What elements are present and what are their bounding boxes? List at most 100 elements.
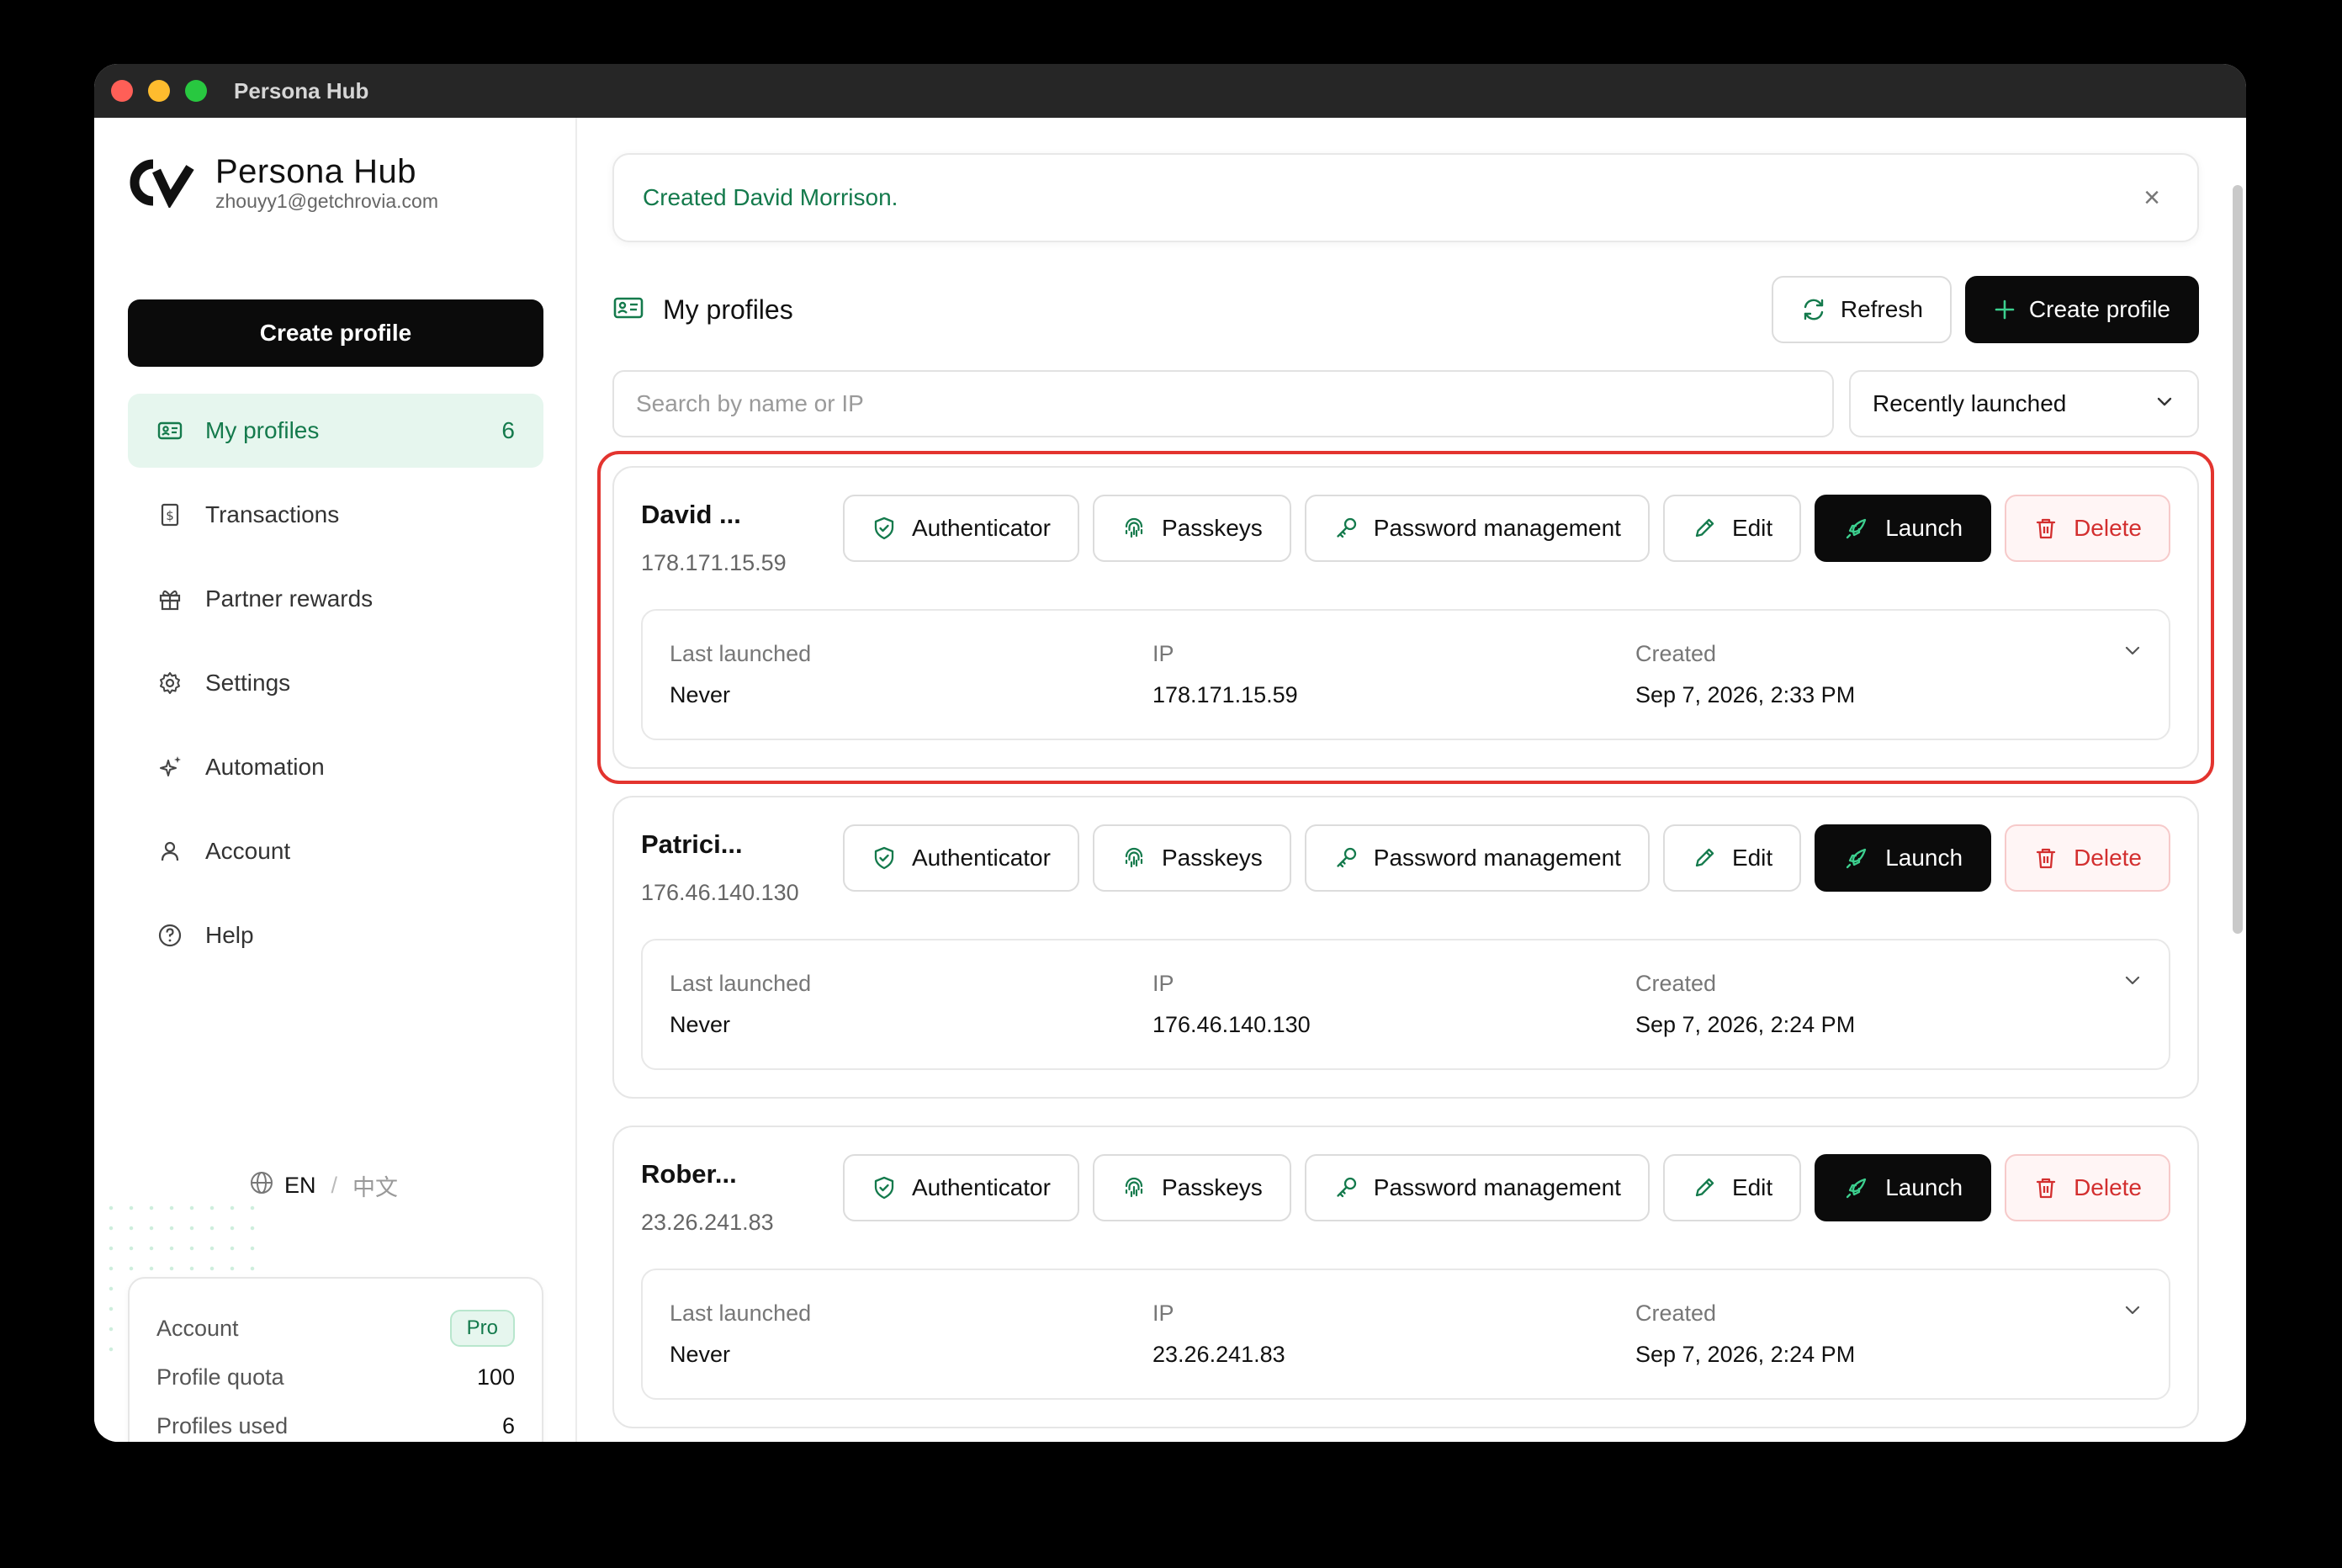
profile-ip: 178.171.15.59 — [641, 550, 787, 575]
profile-count-badge: 6 — [501, 417, 515, 443]
language-option-en[interactable]: EN — [284, 1173, 316, 1199]
sidebar-item-label: Help — [205, 922, 254, 948]
edit-button[interactable]: Edit — [1662, 1154, 1802, 1221]
minimize-window-button[interactable] — [148, 80, 170, 102]
chevron-down-icon[interactable] — [2122, 639, 2143, 665]
sidebar-item-label: Transactions — [205, 501, 340, 527]
profile-actions: Authenticator Passkeys Password manageme… — [842, 824, 2170, 892]
delete-button[interactable]: Delete — [2005, 824, 2170, 892]
last-launched-col: Last launched Never — [670, 1300, 811, 1368]
launch-button[interactable]: Launch — [1815, 495, 1992, 562]
authenticator-button[interactable]: Authenticator — [842, 495, 1079, 562]
search-input[interactable] — [612, 370, 1834, 437]
sidebar-create-profile-button[interactable]: Create profile — [128, 299, 543, 367]
key-icon — [1333, 516, 1359, 541]
created-col: Created Sep 7, 2026, 2:24 PM — [1635, 971, 1855, 1038]
ip-col: IP 178.171.15.59 — [1152, 641, 1298, 708]
profile-list: David ... 178.171.15.59 Authenticator Pa… — [597, 451, 2214, 1442]
password-management-button[interactable]: Password management — [1304, 824, 1650, 892]
profile-quota-value: 100 — [476, 1364, 515, 1390]
sidebar-item-my-profiles[interactable]: My profiles 6 — [128, 394, 543, 468]
maximize-window-button[interactable] — [185, 80, 207, 102]
sidebar-nav: My profiles 6 $ Transactions Partner rew… — [128, 394, 543, 983]
ip-value: 23.26.241.83 — [1152, 1342, 1285, 1367]
launch-button[interactable]: Launch — [1815, 1154, 1992, 1221]
ip-value: 176.46.140.130 — [1152, 1012, 1311, 1037]
fingerprint-icon — [1121, 845, 1147, 871]
sidebar-item-label: Automation — [205, 754, 325, 780]
profile-quota-row: Profile quota 100 — [156, 1353, 515, 1401]
brand-logo-icon — [130, 159, 194, 208]
last-launched-label: Last launched — [670, 1300, 812, 1326]
passkeys-button[interactable]: Passkeys — [1092, 1154, 1291, 1221]
authenticator-button[interactable]: Authenticator — [842, 1154, 1079, 1221]
passkeys-label: Passkeys — [1161, 1174, 1263, 1200]
id-card-icon — [612, 294, 644, 326]
brand: Persona Hub zhouyy1@getchrovia.com — [128, 153, 438, 212]
profile-ip: 176.46.140.130 — [641, 880, 799, 905]
profiles-used-value: 6 — [501, 1412, 515, 1438]
passkeys-button[interactable]: Passkeys — [1092, 824, 1291, 892]
create-profile-button[interactable]: Create profile — [1964, 276, 2199, 343]
ip-label: IP — [1152, 641, 1174, 666]
passkeys-button[interactable]: Passkeys — [1092, 495, 1291, 562]
created-label: Created — [1635, 641, 1717, 666]
account-summary-card: Account Pro Profile quota 100 Profiles u… — [128, 1277, 543, 1442]
plan-badge: Pro — [449, 1310, 515, 1347]
launch-button[interactable]: Launch — [1815, 824, 1992, 892]
last-launched-value: Never — [670, 682, 731, 707]
sidebar-item-automation[interactable]: Automation — [128, 730, 543, 804]
trash-icon — [2033, 1175, 2059, 1200]
profile-name: Rober... — [641, 1159, 737, 1189]
sidebar-item-account[interactable]: Account — [128, 814, 543, 888]
shield-check-icon — [872, 1175, 897, 1200]
rocket-icon — [1843, 1174, 1870, 1201]
sidebar: Persona Hub zhouyy1@getchrovia.com Creat… — [94, 118, 577, 1442]
scrollbar[interactable] — [2228, 118, 2246, 1442]
scrollbar-thumb[interactable] — [2233, 185, 2243, 934]
delete-button[interactable]: Delete — [2005, 495, 2170, 562]
delete-label: Delete — [2074, 845, 2142, 871]
key-icon — [1333, 1175, 1359, 1200]
delete-button[interactable]: Delete — [2005, 1154, 2170, 1221]
profile-ip: 23.26.241.83 — [641, 1210, 774, 1235]
sidebar-item-label: Account — [205, 838, 291, 864]
sort-select[interactable]: Recently launched — [1849, 370, 2199, 437]
close-icon[interactable]: × — [2135, 182, 2169, 215]
profile-card: Rober... 23.26.241.83 Authenticator Pass… — [612, 1126, 2199, 1428]
chevron-down-icon — [2154, 390, 2175, 418]
window-title: Persona Hub — [234, 77, 369, 103]
sidebar-item-settings[interactable]: Settings — [128, 646, 543, 720]
globe-icon — [249, 1170, 274, 1201]
profile-name: Patrici... — [641, 829, 743, 859]
sidebar-item-transactions[interactable]: $ Transactions — [128, 478, 543, 552]
authenticator-button[interactable]: Authenticator — [842, 824, 1079, 892]
edit-button[interactable]: Edit — [1662, 495, 1802, 562]
rocket-icon — [1843, 515, 1870, 542]
edit-button[interactable]: Edit — [1662, 824, 1802, 892]
last-launched-value: Never — [670, 1342, 731, 1367]
chevron-down-icon[interactable] — [2122, 969, 2143, 995]
user-icon — [156, 838, 183, 865]
help-circle-icon — [156, 922, 183, 949]
chevron-down-icon[interactable] — [2122, 1299, 2143, 1325]
password-management-button[interactable]: Password management — [1304, 495, 1650, 562]
ip-label: IP — [1152, 971, 1174, 996]
created-value: Sep 7, 2026, 2:24 PM — [1635, 1342, 1856, 1367]
last-launched-value: Never — [670, 1012, 731, 1037]
refresh-label: Refresh — [1840, 296, 1923, 322]
sidebar-item-help[interactable]: Help — [128, 898, 543, 972]
refresh-button[interactable]: Refresh — [1771, 276, 1952, 343]
created-col: Created Sep 7, 2026, 2:33 PM — [1635, 641, 1855, 708]
language-option-zh[interactable]: 中文 — [352, 1169, 398, 1202]
edit-label: Edit — [1731, 845, 1773, 871]
close-window-button[interactable] — [111, 80, 133, 102]
fingerprint-icon — [1121, 1175, 1147, 1200]
last-launched-label: Last launched — [670, 641, 812, 666]
language-separator: / — [331, 1173, 338, 1198]
password-management-button[interactable]: Password management — [1304, 1154, 1650, 1221]
delete-label: Delete — [2074, 515, 2142, 541]
fingerprint-icon — [1121, 516, 1147, 541]
sidebar-item-partner-rewards[interactable]: Partner rewards — [128, 562, 543, 636]
pencil-icon — [1692, 516, 1717, 541]
